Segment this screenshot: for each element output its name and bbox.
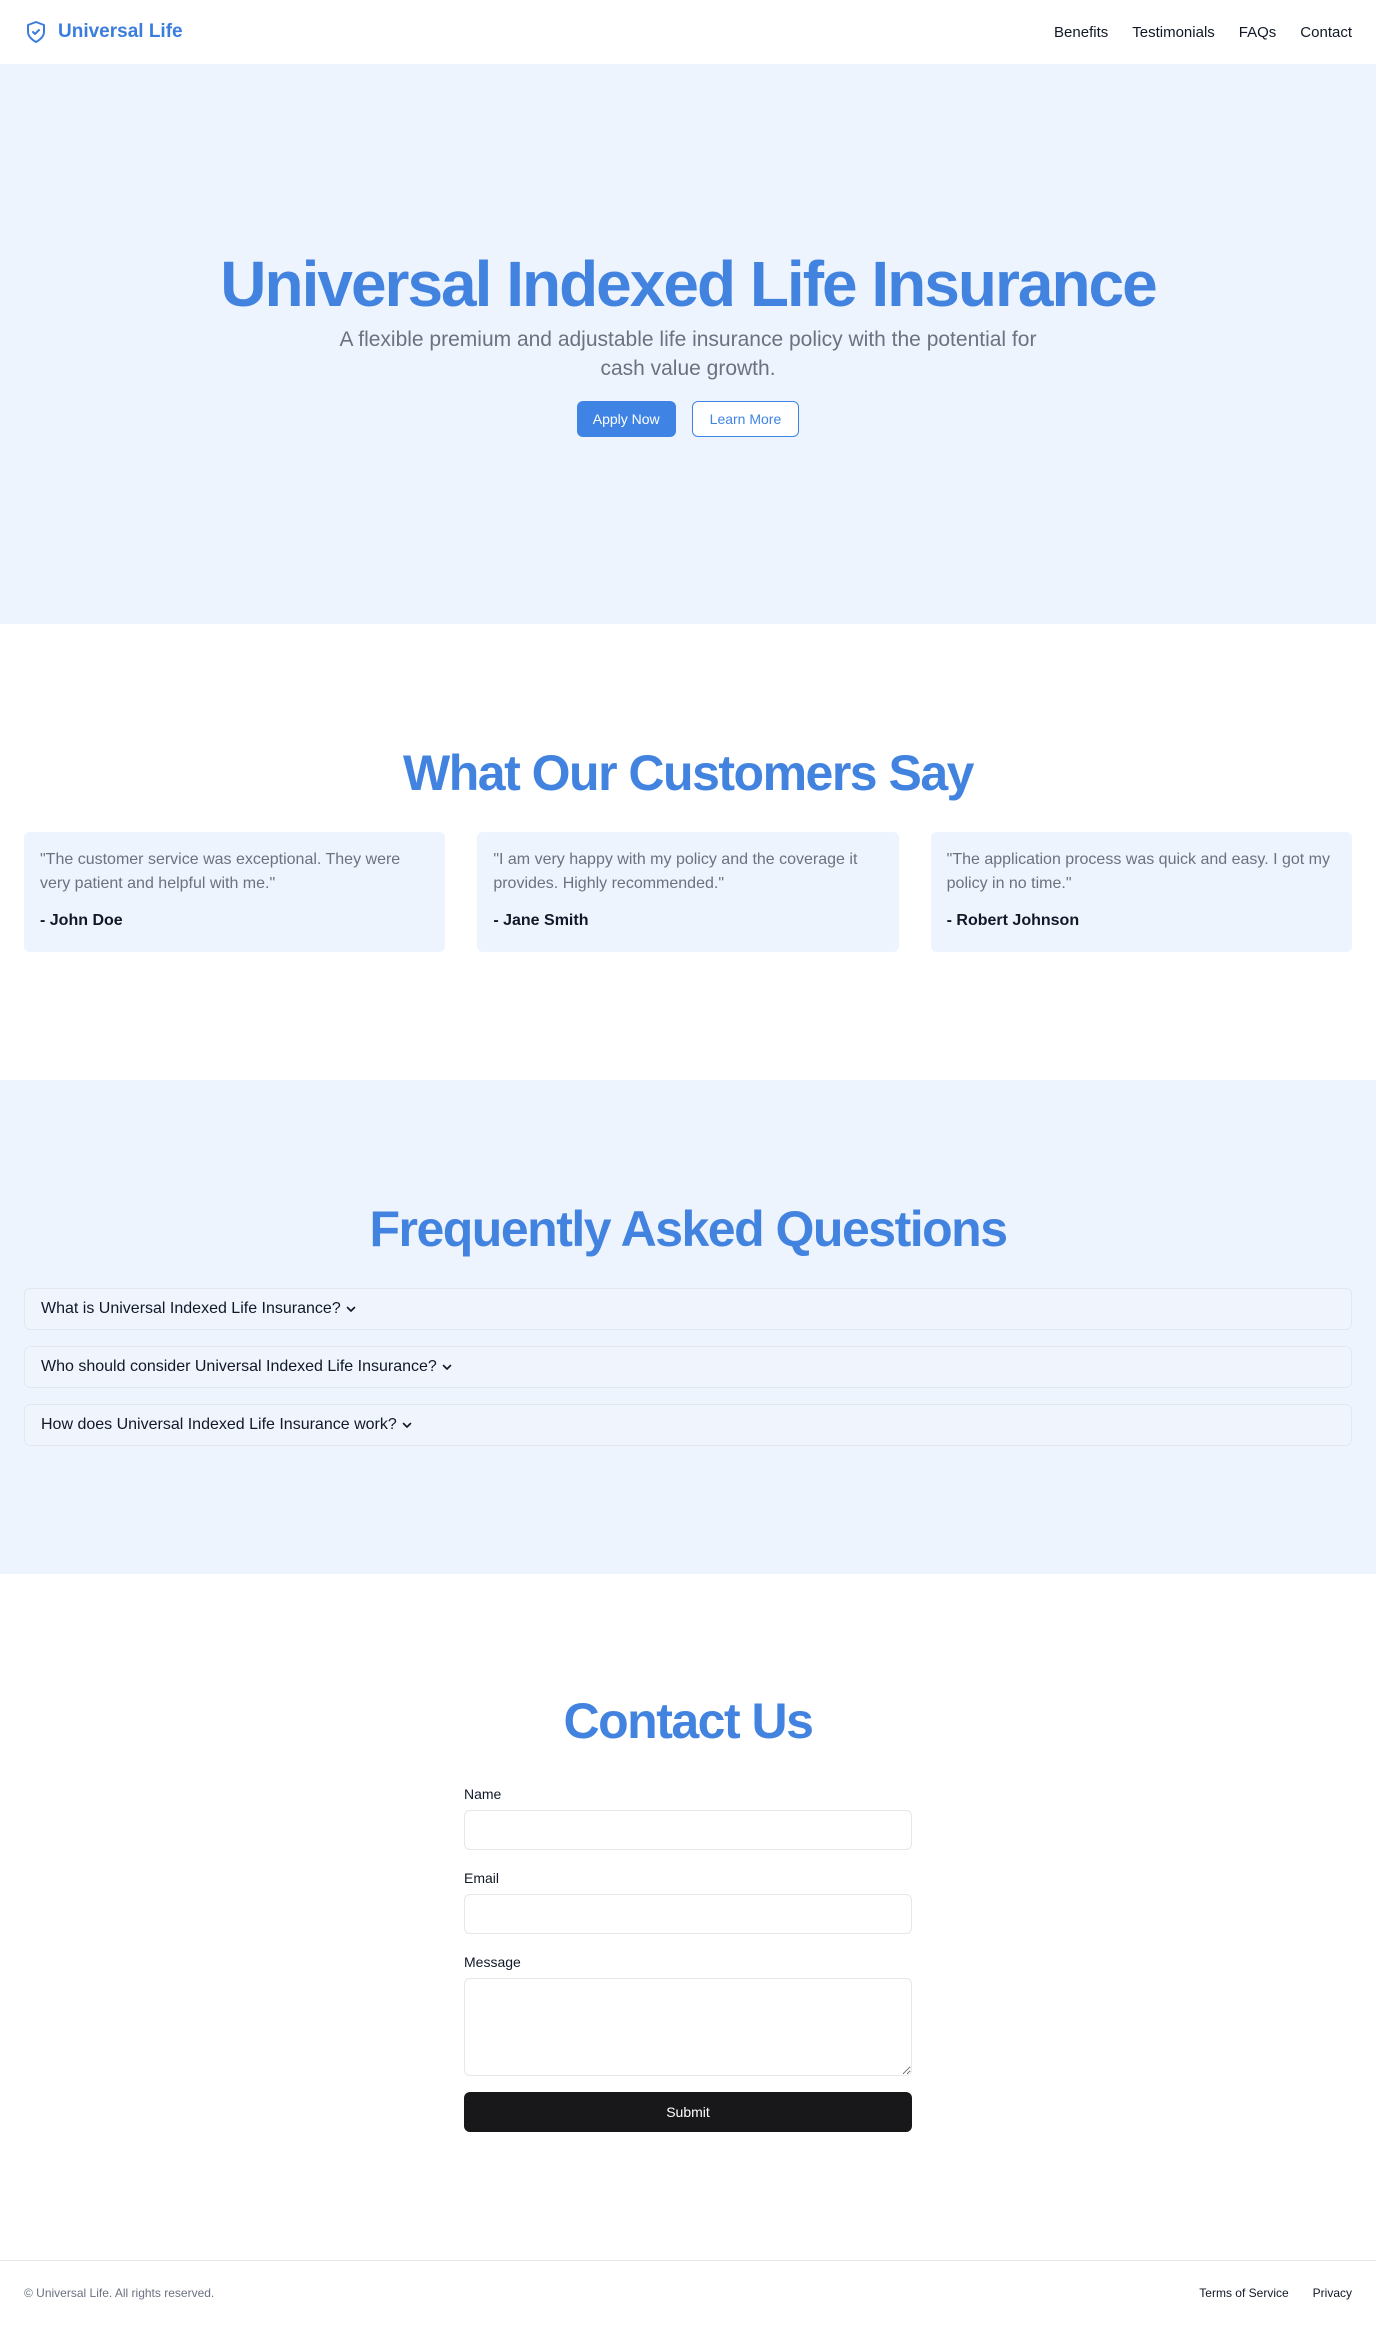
apply-now-button[interactable]: Apply Now <box>576 400 676 437</box>
testimonials-title: What Our Customers Say <box>403 745 974 801</box>
faq-list: What is Universal Indexed Life Insurance… <box>24 1288 1352 1462</box>
shield-check-icon <box>27 21 45 43</box>
hero-buttons: Apply Now Learn More <box>576 400 800 437</box>
testimonial-author: - John Doe <box>40 912 123 929</box>
nav-link-testimonials[interactable]: Testimonials <box>1132 24 1215 41</box>
testimonials-section: What Our Customers Say "The customer ser… <box>0 624 1376 1080</box>
testimonial-cards: "The customer service was exceptional. T… <box>24 832 1352 952</box>
name-label: Name <box>464 1786 502 1802</box>
faq-question: Who should consider Universal Indexed Li… <box>41 1358 437 1375</box>
name-input[interactable] <box>464 1810 912 1850</box>
hero-title: Universal Indexed Life Insurance <box>220 248 1157 321</box>
contact-section: Contact Us Name Email Message Submit <box>0 1574 1376 2260</box>
hero-subtitle: A flexible premium and adjustable life i… <box>339 328 1037 380</box>
faq-section: Frequently Asked Questions What is Unive… <box>0 1080 1376 1574</box>
testimonial-author: - Jane Smith <box>493 912 589 929</box>
message-textarea[interactable] <box>464 1978 912 2076</box>
hero-section: Universal Indexed Life Insurance A flexi… <box>0 64 1376 624</box>
footer-links: Terms of Service Privacy <box>1199 2286 1352 2300</box>
testimonial-card: "The application process was quick and e… <box>930 832 1352 952</box>
brand-link[interactable]: Universal Life <box>24 20 183 44</box>
site-header: Universal Life Benefits Testimonials FAQ… <box>0 0 1376 64</box>
contact-title: Contact Us <box>563 1693 814 1749</box>
chevron-down-icon <box>402 1422 412 1428</box>
main-nav: Benefits Testimonials FAQs Contact <box>1054 24 1352 41</box>
chevron-down-icon <box>442 1364 452 1370</box>
faq-item[interactable]: How does Universal Indexed Life Insuranc… <box>24 1404 1352 1446</box>
chevron-down-icon <box>346 1306 356 1312</box>
testimonial-author: - Robert Johnson <box>946 912 1080 929</box>
site-footer: © Universal Life. All rights reserved. T… <box>0 2260 1376 2325</box>
testimonial-quote: "The customer service was exceptional. T… <box>40 851 401 892</box>
learn-more-button[interactable]: Learn More <box>691 400 800 437</box>
faq-title: Frequently Asked Questions <box>369 1201 1008 1257</box>
nav-link-benefits[interactable]: Benefits <box>1054 24 1108 41</box>
terms-of-service-link[interactable]: Terms of Service <box>1199 2286 1288 2300</box>
faq-question: How does Universal Indexed Life Insuranc… <box>41 1416 397 1433</box>
testimonial-card: "I am very happy with my policy and the … <box>477 832 899 952</box>
copyright-text: © Universal Life. All rights reserved. <box>24 2286 215 2300</box>
faq-question: What is Universal Indexed Life Insurance… <box>41 1300 341 1317</box>
testimonial-card: "The customer service was exceptional. T… <box>24 832 446 952</box>
faq-item[interactable]: Who should consider Universal Indexed Li… <box>24 1346 1352 1388</box>
submit-button[interactable]: Submit <box>464 2092 912 2132</box>
testimonial-quote: "I am very happy with my policy and the … <box>493 851 858 892</box>
email-label: Email <box>464 1870 500 1886</box>
message-label: Message <box>464 1954 521 1970</box>
nav-link-contact[interactable]: Contact <box>1300 24 1352 41</box>
nav-link-faqs[interactable]: FAQs <box>1239 24 1277 41</box>
brand-name: Universal Life <box>58 21 183 42</box>
email-input[interactable] <box>464 1894 912 1934</box>
privacy-link[interactable]: Privacy <box>1313 2286 1352 2300</box>
contact-form: Name Email Message Submit <box>464 1786 912 2132</box>
testimonial-quote: "The application process was quick and e… <box>946 851 1331 892</box>
faq-item[interactable]: What is Universal Indexed Life Insurance… <box>24 1288 1352 1330</box>
